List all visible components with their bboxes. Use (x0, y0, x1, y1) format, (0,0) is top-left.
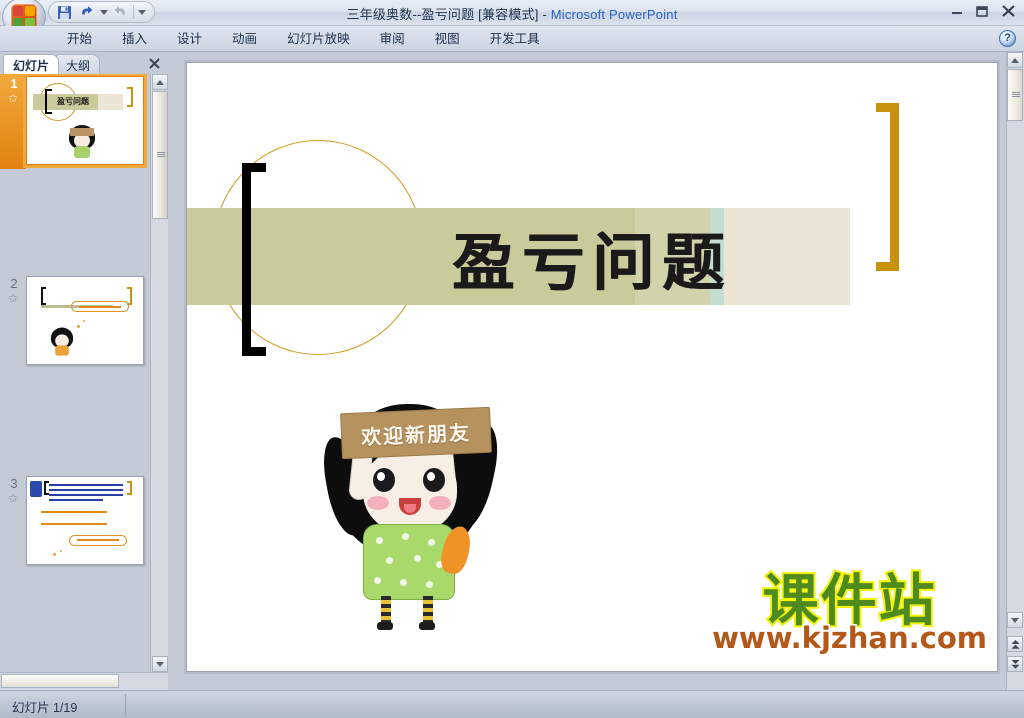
tab-developer[interactable]: 开发工具 (475, 24, 555, 52)
scroll-down-button[interactable] (152, 656, 168, 672)
bracket-right-gold (876, 103, 899, 271)
watermark-url: www.kjzhan.com (711, 621, 989, 655)
thumbnail-list[interactable]: 1 ✩ 盈亏问题 2 ✩ 3 ✩ (0, 74, 150, 690)
welcome-sign: 欢迎新朋友 (340, 406, 492, 460)
powerpoint-window: 三年级奥数--盈亏问题 [兼容模式] - Microsoft PowerPoin… (0, 0, 1024, 718)
thumbnail-slide-1[interactable]: 1 ✩ 盈亏问题 (0, 74, 150, 174)
slides-pane: 幻灯片 大纲 1 ✩ 盈亏问题 2 ✩ 3 ✩ (0, 52, 168, 690)
pane-tab-bar: 幻灯片 大纲 (0, 52, 168, 74)
mini-girl-illustration (67, 125, 97, 159)
tab-outline[interactable]: 大纲 (56, 54, 101, 74)
tab-animations[interactable]: 动画 (217, 24, 272, 52)
next-slide-button[interactable] (1007, 656, 1023, 672)
scrollbar-thumb[interactable] (152, 91, 168, 219)
quick-access-toolbar (48, 1, 155, 23)
bracket-left-black (242, 163, 266, 356)
slide-scroll-down-button[interactable] (1007, 612, 1023, 628)
mini-bracket-left (45, 89, 52, 114)
save-icon[interactable] (55, 3, 74, 21)
mini-slide-title: 盈亏问题 (57, 97, 89, 106)
ribbon-tabs: 开始 插入 设计 动画 幻灯片放映 审阅 视图 开发工具 (52, 26, 555, 52)
slide-number: 3 (10, 476, 18, 491)
title-bar: 三年级奥数--盈亏问题 [兼容模式] - Microsoft PowerPoin… (0, 0, 1024, 37)
customize-qat-icon[interactable] (137, 3, 146, 21)
help-icon[interactable]: ? (999, 30, 1016, 47)
scroll-up-button[interactable] (152, 74, 168, 90)
tab-design[interactable]: 设计 (162, 24, 217, 52)
mini-band-cream (98, 94, 123, 110)
mini-bracket-right (127, 87, 133, 107)
slide-title[interactable]: 盈亏问题 (417, 211, 767, 303)
slide-scroll-up-button[interactable] (1007, 52, 1023, 68)
slide-counter: 幻灯片 1/19 (12, 701, 78, 715)
mini-girl-illustration (49, 327, 75, 357)
tab-view[interactable]: 视图 (420, 24, 475, 52)
application-name: Microsoft PowerPoint (550, 7, 678, 22)
thumbnail-frame: 盈亏问题 (26, 76, 144, 165)
slide-scrollbar-thumb[interactable] (1007, 69, 1023, 121)
hscrollbar-thumb[interactable] (1, 674, 119, 688)
animation-star-icon: ✩ (8, 293, 18, 305)
slide-scrollbar[interactable] (1006, 52, 1024, 690)
slide-canvas[interactable]: 盈亏问题 欢迎新朋友 课件站 www.kjzhan.com (186, 62, 998, 672)
animation-star-icon: ✩ (8, 493, 18, 505)
tab-review[interactable]: 审阅 (365, 24, 420, 52)
girl-face (363, 448, 457, 534)
close-pane-icon[interactable] (146, 55, 162, 71)
welcome-sign-text: 欢迎新朋友 (360, 420, 472, 449)
tab-insert[interactable]: 插入 (107, 24, 162, 52)
title-separator: - (538, 7, 551, 22)
watermark: 课件站 www.kjzhan.com (711, 569, 989, 655)
restore-icon[interactable] (974, 3, 992, 19)
thumbnail-scrollbar[interactable] (150, 74, 168, 690)
thumbnail-slide-3[interactable]: 3 ✩ (0, 474, 150, 574)
close-icon[interactable] (1000, 3, 1018, 19)
minimize-icon[interactable] (948, 3, 966, 19)
undo-icon[interactable] (77, 3, 96, 21)
document-title: 三年级奥数--盈亏问题 [兼容模式] (346, 7, 539, 22)
tab-home[interactable]: 开始 (52, 24, 107, 52)
thumbnail-slide-2[interactable]: 2 ✩ (0, 274, 150, 374)
thumbnail-frame (26, 276, 144, 365)
slide-editing-area: 盈亏问题 欢迎新朋友 课件站 www.kjzhan.com (168, 52, 1024, 690)
tab-slideshow[interactable]: 幻灯片放映 (272, 24, 365, 52)
watermark-title: 课件站 (761, 569, 937, 634)
status-bar: 幻灯片 1/19 (0, 690, 1024, 718)
window-controls (948, 3, 1018, 19)
tab-slides-thumbnails[interactable]: 幻灯片 (3, 54, 60, 74)
thumbnail-frame (26, 476, 144, 565)
animation-star-icon: ✩ (8, 93, 18, 105)
slide-number: 1 (10, 76, 18, 91)
redo-icon (111, 3, 130, 21)
girl-illustration: 欢迎新朋友 (318, 396, 504, 630)
workspace: 幻灯片 大纲 1 ✩ 盈亏问题 2 ✩ 3 ✩ 盈亏问题 欢迎新朋友 课件站 w… (0, 52, 1024, 690)
thumbnail-hscrollbar[interactable] (0, 672, 168, 690)
slide-number: 2 (10, 276, 18, 291)
previous-slide-button[interactable] (1007, 636, 1023, 652)
ribbon-tab-bar: 开始 插入 设计 动画 幻灯片放映 审阅 视图 开发工具 ? (0, 26, 1024, 52)
undo-dropdown-icon[interactable] (99, 3, 108, 21)
